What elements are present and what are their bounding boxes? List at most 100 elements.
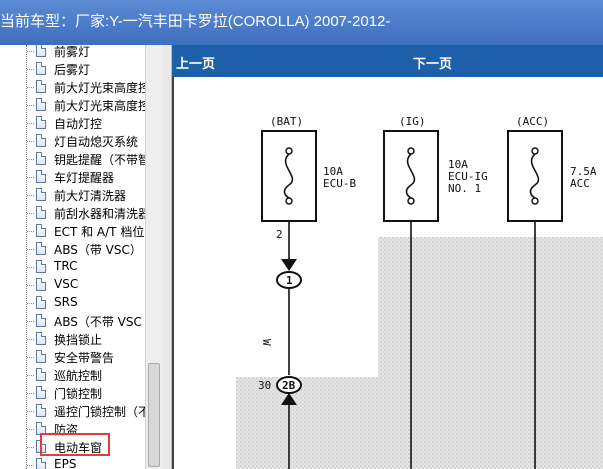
tree-item[interactable]: 前大灯光束高度控: [0, 78, 145, 96]
fuse-acc-name: ACC: [570, 177, 590, 190]
tree-branch-line: [27, 321, 34, 322]
tree-item-label: 自动灯控: [54, 117, 103, 131]
tree-item[interactable]: ABS（不带 VSC: [0, 312, 145, 330]
fuse-box-ig: [383, 130, 439, 222]
tree-item-label: EPS: [54, 457, 77, 469]
document-icon: [36, 170, 46, 183]
tree-branch-line: [27, 87, 34, 88]
document-icon: [36, 314, 46, 327]
tree-branch-line: [27, 105, 34, 106]
window-title-bar: 当前车型：厂家:Y-一汽丰田卡罗拉(COROLLA) 2007-2012-: [0, 0, 603, 45]
fuse-ig-name-line2: NO. 1: [448, 182, 482, 195]
tree-item-label: 灯自动熄灭系统: [54, 135, 139, 149]
fuse-box-acc: [507, 130, 563, 222]
tree-item[interactable]: ECT 和 A/T 档位: [0, 222, 145, 240]
tree-branch-line: [27, 465, 34, 466]
tree-item-label: 前大灯光束高度控: [54, 81, 145, 95]
tree-branch-line: [27, 159, 34, 160]
fuse-acc-top-terminal: [531, 147, 539, 155]
tree-branch-line: [27, 393, 34, 394]
tree-item-label: ABS（带 VSC）: [54, 243, 142, 257]
tree-item[interactable]: 门锁控制: [0, 384, 145, 402]
tree-item[interactable]: 车灯提醒器: [0, 168, 145, 186]
pane-splitter[interactable]: [162, 45, 172, 469]
document-icon: [36, 45, 46, 57]
fuse-bat-name: ECU-B: [323, 177, 357, 190]
tree-branch-line: [27, 375, 34, 376]
document-icon: [36, 206, 46, 219]
wire-color-label: W: [260, 339, 273, 346]
tree-item-label: 前大灯清洗器: [54, 189, 127, 203]
tree-item[interactable]: 后雾灯: [0, 60, 145, 78]
document-icon: [36, 350, 46, 363]
document-icon: [36, 404, 46, 417]
fuse-ig-bottom-terminal: [407, 197, 415, 205]
connector-arrow-top: [281, 259, 297, 271]
tree-item[interactable]: EPS: [0, 456, 145, 469]
tree-vertical-scrollbar[interactable]: [145, 45, 162, 469]
tree-item[interactable]: SRS: [0, 294, 145, 312]
document-icon: [36, 242, 46, 255]
tree-item[interactable]: ABS（带 VSC）: [0, 240, 145, 258]
tree-branch-line: [27, 213, 34, 214]
tree-item-label: 前雾灯: [54, 45, 91, 59]
tree-item[interactable]: 换挡锁止: [0, 330, 145, 348]
tree-item[interactable]: 灯自动熄灭系统: [0, 132, 145, 150]
tree-item[interactable]: 前雾灯: [0, 45, 145, 60]
tree-branch-line: [27, 231, 34, 232]
tree-item-label: ABS（不带 VSC: [54, 315, 142, 329]
tree-branch-line: [27, 303, 34, 304]
tree-item[interactable]: 钥匙提醒（不带智: [0, 150, 145, 168]
document-icon: [36, 152, 46, 165]
tree-item[interactable]: 遥控门锁控制（不: [0, 402, 145, 420]
tree-item[interactable]: TRC: [0, 258, 145, 276]
fuse-acc-rating: 7.5A: [570, 165, 597, 178]
fuse-bat-top-terminal: [285, 147, 293, 155]
tree-branch-line: [27, 141, 34, 142]
tree-branch-line: [27, 51, 34, 52]
tree-item-label: 巡航控制: [54, 369, 103, 383]
fuse-ig-top-terminal: [407, 147, 415, 155]
tree-item[interactable]: 前大灯光束高度控: [0, 96, 145, 114]
tree-item[interactable]: VSC: [0, 276, 145, 294]
component-tree[interactable]: 前雾灯后雾灯前大灯光束高度控 前大灯光束高度控 自动灯控灯自动熄灭系统 钥匙提醒（不带…: [0, 45, 145, 469]
tree-item[interactable]: 前刮水器和清洗器: [0, 204, 145, 222]
tree-branch-line: [27, 249, 34, 250]
scrollbar-thumb[interactable]: [148, 363, 160, 467]
prev-page-button[interactable]: 上一页: [176, 53, 215, 72]
tree-branch-line: [27, 123, 34, 124]
document-icon: [36, 332, 46, 345]
page-nav-bar: 上一页 下一页: [172, 45, 603, 77]
tree-branch-line: [27, 69, 34, 70]
tree-branch-line: [27, 285, 34, 286]
tree-branch-line: [27, 339, 34, 340]
tree-item-label: 车灯提醒器: [54, 171, 115, 185]
wiring-diagram: [236, 130, 603, 469]
tree-item-label: SRS: [54, 295, 78, 309]
tree-item-label: 前刮水器和清洗器: [54, 207, 145, 221]
tree-item[interactable]: 巡航控制: [0, 366, 145, 384]
document-icon: [36, 80, 46, 93]
window-title: 当前车型：厂家:Y-一汽丰田卡罗拉(COROLLA) 2007-2012-: [0, 13, 391, 30]
fuse-bat-source-label: (BAT): [270, 115, 304, 128]
fuse-bat-bottom-terminal: [285, 197, 293, 205]
pin-number-top: 2: [276, 228, 283, 241]
fuse-box-bat: [261, 130, 317, 222]
tree-item-label: 前大灯光束高度控: [54, 99, 145, 113]
tree-item-label: 后雾灯: [54, 63, 91, 77]
pin-number-bottom: 30: [258, 379, 272, 392]
connector-1-label: 1: [286, 274, 293, 287]
document-icon: [36, 368, 46, 381]
document-icon: [36, 458, 46, 469]
tree-item-label: 钥匙提醒（不带智: [54, 153, 145, 167]
fuse-acc-source-label: (ACC): [516, 115, 550, 128]
next-page-button[interactable]: 下一页: [413, 53, 452, 72]
tree-item[interactable]: 安全带警告: [0, 348, 145, 366]
connector-2b-label: 2B: [282, 379, 296, 392]
wiring-diagram-pane: (BAT) 10A ECU-B (IG) 10A ECU-IG NO. 1 (A…: [172, 77, 603, 469]
tree-branch-line: [27, 267, 34, 268]
tree-branch-line: [27, 195, 34, 196]
tree-item[interactable]: 前大灯清洗器: [0, 186, 145, 204]
tree-item[interactable]: 自动灯控: [0, 114, 145, 132]
document-icon: [36, 62, 46, 75]
